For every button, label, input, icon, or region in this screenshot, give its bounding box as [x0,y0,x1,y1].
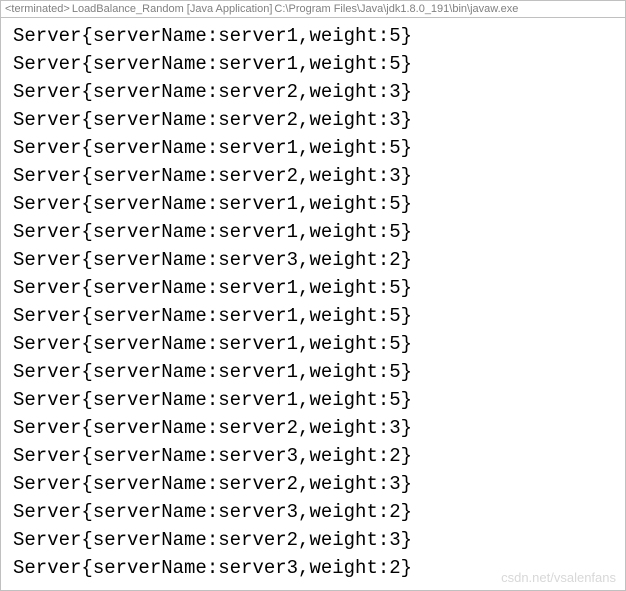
console-line: Server{serverName:server3,weight:2} [13,498,613,526]
console-line: Server{serverName:server1,weight:5} [13,22,613,50]
console-line: Server{serverName:server2,weight:3} [13,106,613,134]
app-name: LoadBalance_Random [Java Application] [72,3,273,15]
jvm-path: C:\Program Files\Java\jdk1.8.0_191\bin\j… [274,3,518,15]
console-line: Server{serverName:server2,weight:3} [13,162,613,190]
console-header: <terminated> LoadBalance_Random [Java Ap… [1,1,625,18]
console-line: Server{serverName:server3,weight:2} [13,554,613,582]
console-line: Server{serverName:server3,weight:2} [13,246,613,274]
console-line: Server{serverName:server1,weight:5} [13,134,613,162]
run-status: <terminated> [5,3,70,15]
console-line: Server{serverName:server1,weight:5} [13,274,613,302]
console-line: Server{serverName:server2,weight:3} [13,414,613,442]
console-line: Server{serverName:server2,weight:3} [13,526,613,554]
console-output[interactable]: Server{serverName:server1,weight:5} Serv… [1,18,625,586]
console-line: Server{serverName:server3,weight:2} [13,442,613,470]
console-line: Server{serverName:server1,weight:5} [13,358,613,386]
console-line: Server{serverName:server2,weight:3} [13,78,613,106]
console-line: Server{serverName:server1,weight:5} [13,302,613,330]
console-line: Server{serverName:server1,weight:5} [13,190,613,218]
console-line: Server{serverName:server1,weight:5} [13,386,613,414]
console-line: Server{serverName:server1,weight:5} [13,330,613,358]
console-line: Server{serverName:server2,weight:3} [13,470,613,498]
console-line: Server{serverName:server1,weight:5} [13,50,613,78]
console-line: Server{serverName:server1,weight:5} [13,218,613,246]
